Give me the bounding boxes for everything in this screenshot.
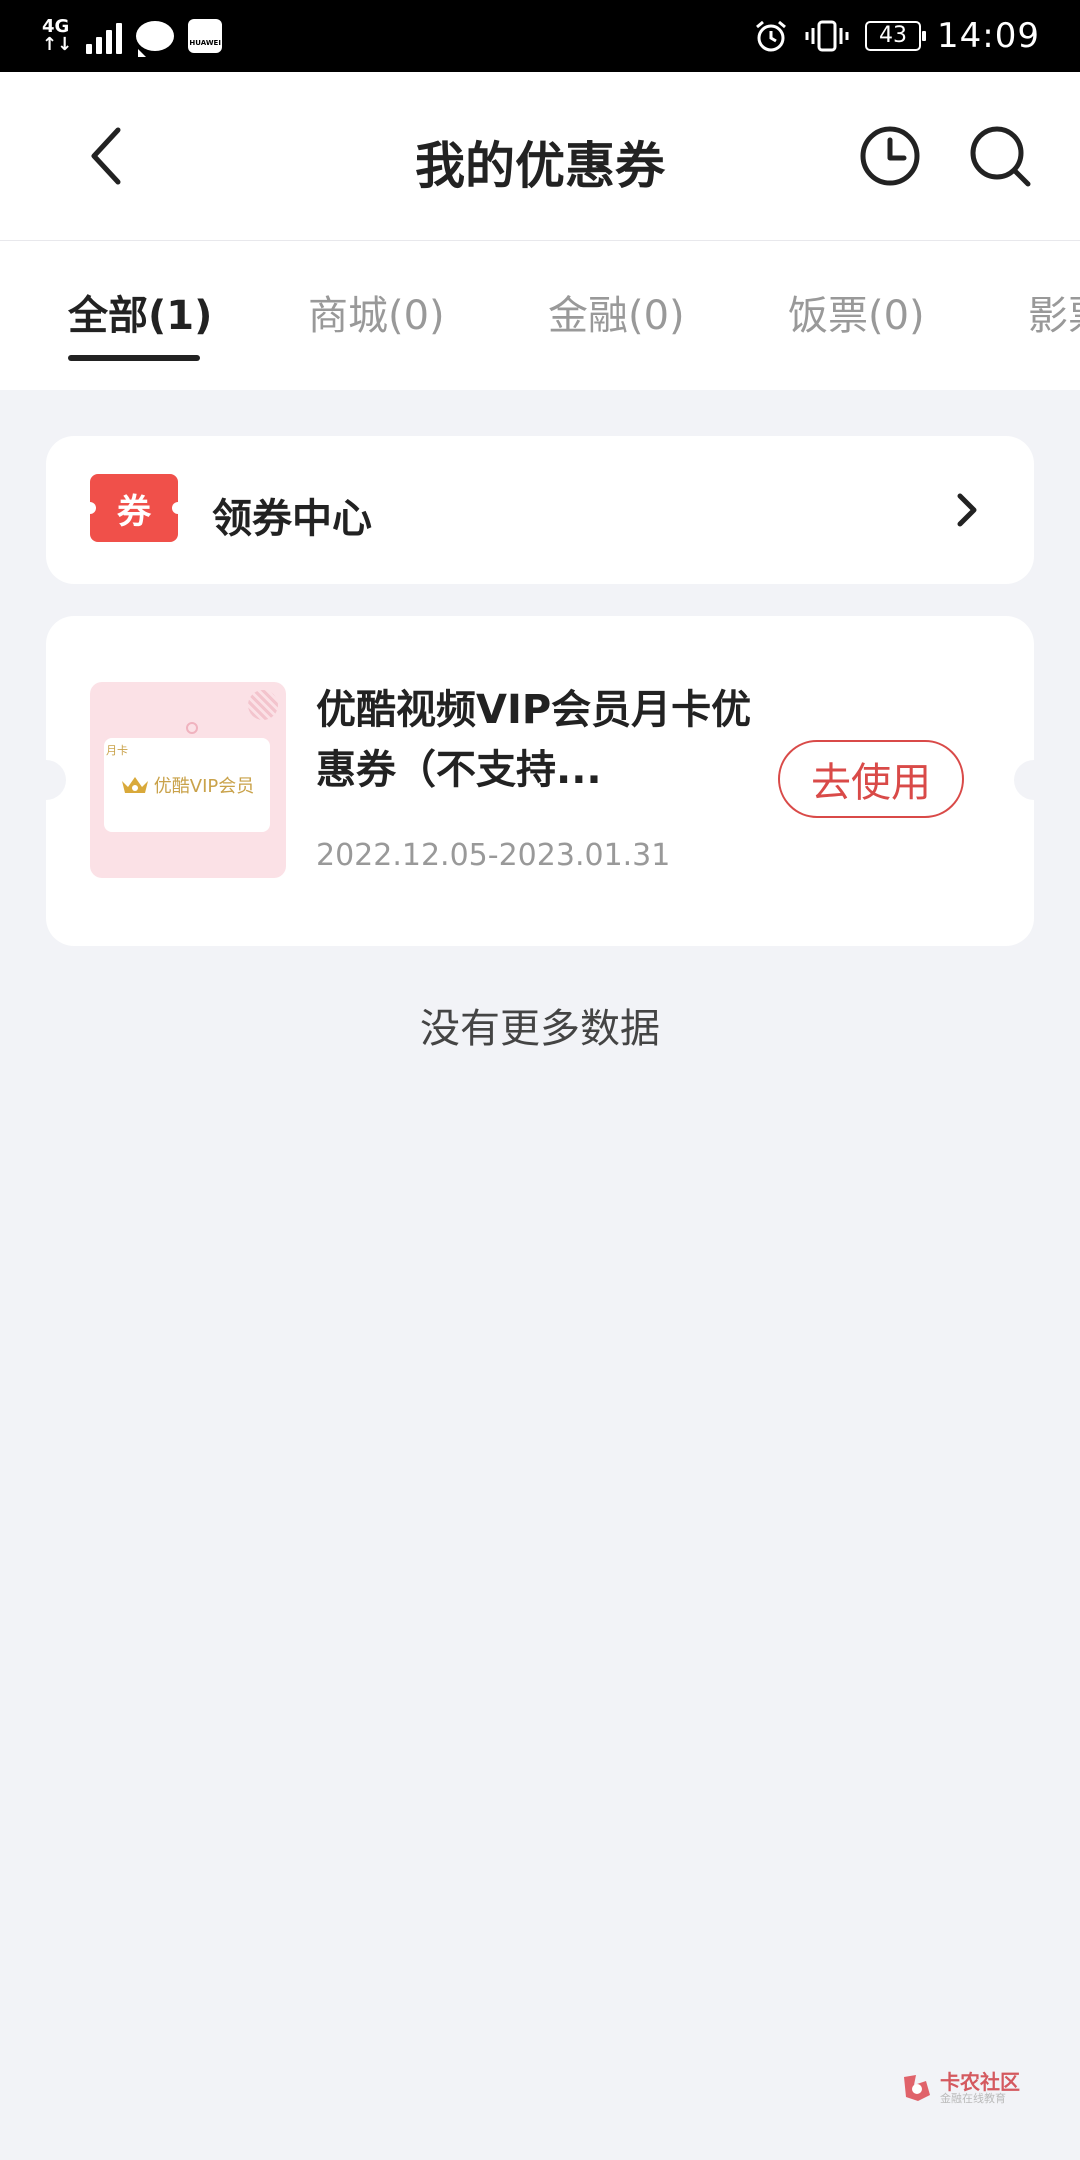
tab-finance[interactable]: 金融(0): [548, 283, 685, 341]
alarm-icon: [756, 20, 786, 52]
crown-icon: [121, 777, 148, 793]
coupon-thumbnail: 优酷VIP会员 月卡: [90, 682, 286, 878]
coupon-ticket-icon: 券: [84, 474, 184, 542]
watermark-main: 卡农社区: [940, 2069, 1020, 2094]
network-indicator: 4G ↑↓: [42, 18, 72, 54]
use-coupon-button[interactable]: 去使用: [778, 740, 964, 818]
thumb-tag: 月卡: [106, 744, 128, 757]
tab-mall[interactable]: 商城(0): [308, 283, 445, 341]
chevron-right-icon: [957, 493, 977, 527]
ticket-notch-right: [1014, 760, 1034, 800]
active-tab-indicator: [68, 355, 200, 361]
huawei-app-icon: HUAWEI: [188, 19, 223, 53]
thumb-card: 优酷VIP会员: [104, 738, 270, 832]
signal-icon: [86, 18, 123, 54]
search-icon[interactable]: [964, 120, 1036, 192]
vibrate-icon: [805, 20, 849, 52]
network-arrows: ↑↓: [42, 34, 73, 55]
watermark: 卡农社区 金融在线教育: [900, 2066, 1040, 2110]
category-tabs: 全部(1) 商城(0) 金融(0) 饭票(0) 影票: [0, 240, 1080, 390]
battery-level: 43: [879, 23, 908, 48]
status-right: 43 14:09: [753, 12, 1040, 60]
coupon-date-range: 2022.12.05-2023.01.31: [316, 838, 671, 873]
battery-icon: 43: [865, 21, 927, 51]
status-left: 4G ↑↓ HUAWEI: [42, 14, 223, 58]
thumb-brand-text: 优酷VIP会员: [153, 776, 255, 797]
no-more-data-text: 没有更多数据: [420, 1006, 660, 1052]
status-time: 14:09: [937, 16, 1040, 56]
thumb-decor-stripes: [248, 690, 278, 720]
thumb-decor-ring: [186, 722, 198, 734]
status-bar: 4G ↑↓ HUAWEI 43 14:09: [0, 0, 1080, 72]
message-icon: [136, 21, 175, 57]
coupon-center-label: 领券中心: [212, 496, 372, 542]
coupon-name: 优酷视频VIP会员月卡优惠券（不支持...: [316, 687, 752, 793]
ticket-notch-left: [46, 760, 66, 800]
history-clock-icon[interactable]: [854, 120, 926, 192]
tab-all[interactable]: 全部(1): [68, 283, 212, 341]
coupon-center-row[interactable]: 券 领券中心: [46, 436, 1034, 584]
kanong-logo-icon: [904, 2075, 930, 2101]
app-header: 我的优惠券: [0, 72, 1080, 240]
tab-meal-ticket[interactable]: 饭票(0): [788, 283, 925, 341]
coupon-badge-text: 券: [117, 491, 151, 532]
coupon-card: 优酷VIP会员 月卡 优酷视频VIP会员月卡优惠券（不支持... 2022.12…: [46, 616, 1034, 946]
huawei-label: HUAWEI: [189, 39, 221, 47]
tab-movie-ticket[interactable]: 影票: [1028, 283, 1080, 341]
